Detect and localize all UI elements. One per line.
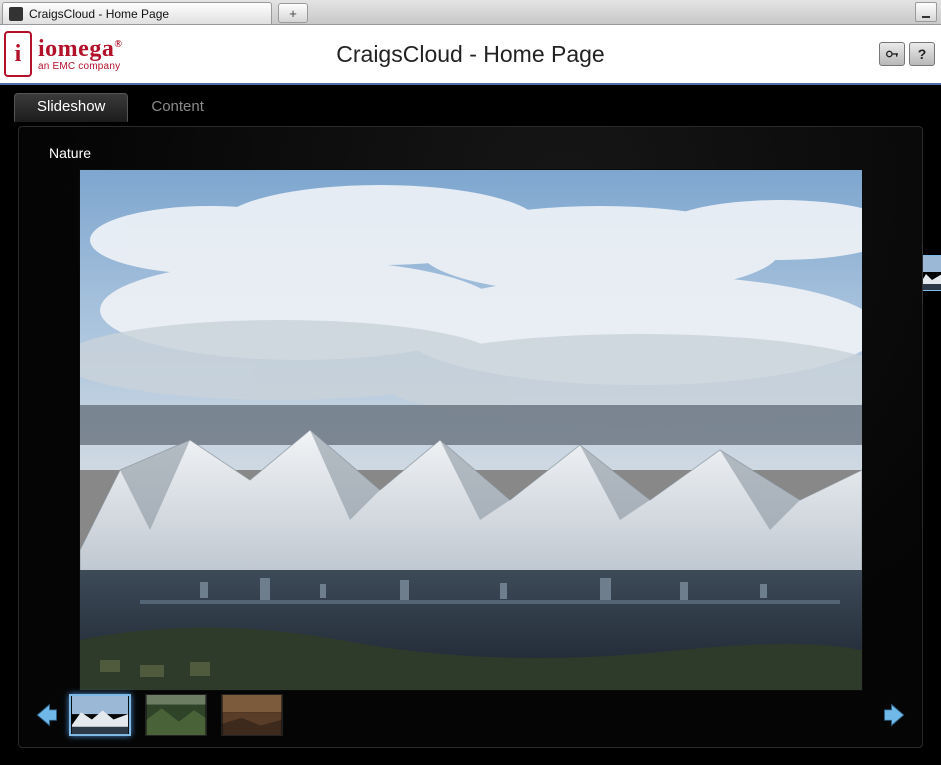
- arrow-left-icon: [32, 701, 60, 729]
- next-arrow-button[interactable]: [878, 698, 912, 732]
- thumbnail-list: [69, 694, 283, 736]
- help-button[interactable]: ?: [909, 42, 935, 66]
- thumbnail-row: [29, 689, 912, 741]
- plus-icon: +: [289, 6, 297, 21]
- tab-slideshow-label: Slideshow: [37, 98, 105, 115]
- browser-tab-title: CraigsCloud - Home Page: [29, 7, 169, 21]
- tab-slideshow[interactable]: Slideshow: [14, 93, 128, 122]
- forest-thumb-icon: [146, 695, 206, 735]
- mountain-thumb-icon: [71, 696, 129, 734]
- peek-thumbnail: [922, 255, 941, 291]
- login-key-button[interactable]: [879, 42, 905, 66]
- prev-arrow-button[interactable]: [29, 698, 63, 732]
- side-peek-strip[interactable]: [922, 245, 941, 305]
- thumbnail-2[interactable]: [145, 694, 207, 736]
- registered-mark: ®: [114, 39, 122, 50]
- key-icon: [884, 46, 900, 62]
- favicon-icon: [9, 7, 23, 21]
- browser-tab[interactable]: CraigsCloud - Home Page: [2, 2, 272, 24]
- header-buttons: ?: [879, 42, 935, 66]
- slideshow-frame: Nature: [18, 126, 923, 748]
- mountain-image-icon: [80, 170, 862, 690]
- window-minimize-button[interactable]: [915, 2, 937, 22]
- brand-logo[interactable]: i iomega® an EMC company: [4, 31, 122, 77]
- main-photo[interactable]: [79, 169, 863, 691]
- logo-brand-name: iomega: [38, 36, 114, 62]
- logo-subtitle: an EMC company: [38, 62, 122, 72]
- thumbnail-1[interactable]: [69, 694, 131, 736]
- content-stage: Slideshow Content Nature: [0, 85, 941, 765]
- tab-content-label: Content: [151, 98, 204, 115]
- tab-content[interactable]: Content: [128, 93, 227, 122]
- question-icon: ?: [918, 46, 927, 62]
- view-tabs: Slideshow Content: [0, 85, 941, 122]
- app-header: i iomega® an EMC company CraigsCloud - H…: [0, 25, 941, 85]
- desert-thumb-icon: [222, 695, 282, 735]
- page-title: CraigsCloud - Home Page: [0, 41, 941, 68]
- new-tab-button[interactable]: +: [278, 3, 308, 23]
- thumbnail-3[interactable]: [221, 694, 283, 736]
- logo-glyph-icon: i: [4, 31, 32, 77]
- logo-text: iomega® an EMC company: [38, 37, 122, 72]
- arrow-right-icon: [881, 701, 909, 729]
- minimize-icon: [922, 16, 930, 18]
- browser-tabstrip: CraigsCloud - Home Page +: [0, 0, 941, 25]
- album-title: Nature: [49, 145, 894, 161]
